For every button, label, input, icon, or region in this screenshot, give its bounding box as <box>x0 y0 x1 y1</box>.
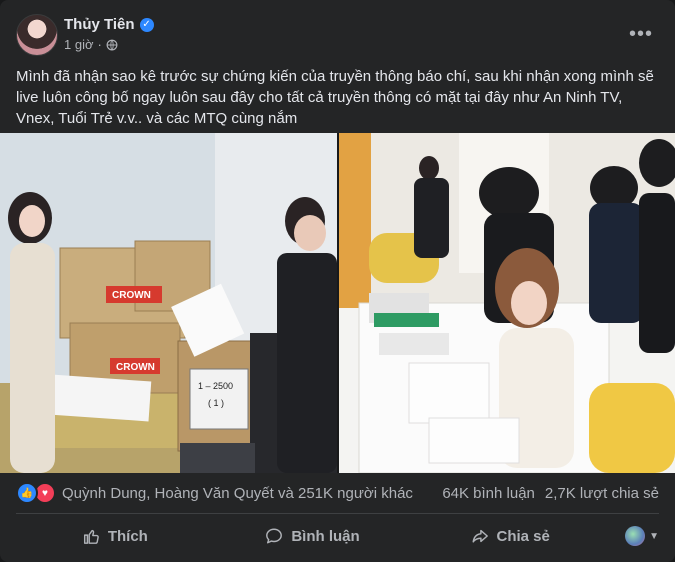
post-header: Thủy Tiên ✓ 1 giờ · ••• <box>16 14 659 58</box>
comment-button[interactable]: Bình luận <box>214 519 412 553</box>
globe-icon[interactable] <box>106 39 118 51</box>
thumbs-up-icon <box>83 529 99 544</box>
reaction-icons[interactable]: 👍 ♥ <box>16 482 56 504</box>
action-bar: Thích Bình luận Chia sẻ ▼ <box>16 517 659 555</box>
comment-label: Bình luận <box>291 527 360 545</box>
share-icon <box>472 529 488 543</box>
photo-right-scene <box>339 133 675 473</box>
author-name[interactable]: Thủy Tiên <box>64 16 135 33</box>
photo-right[interactable] <box>339 133 675 473</box>
crown-label-2: CROWN <box>116 362 155 373</box>
more-options-icon: ••• <box>628 22 653 45</box>
caret-down-icon: ▼ <box>649 530 660 542</box>
post-meta: 1 giờ · <box>64 37 118 52</box>
reaction-names[interactable]: Quỳnh Dung, Hoàng Văn Quyết và 251K ngườ… <box>62 485 442 502</box>
dot-separator: · <box>97 37 102 52</box>
facebook-post: Thủy Tiên ✓ 1 giờ · ••• Mình đã nhận sao… <box>0 0 675 562</box>
share-count[interactable]: 2,7K lượt chia sẻ <box>545 485 659 502</box>
post-time[interactable]: 1 giờ <box>64 37 94 52</box>
reactions-bar: 👍 ♥ Quỳnh Dung, Hoàng Văn Quyết và 251K … <box>16 482 659 504</box>
comment-count[interactable]: 64K bình luận <box>442 485 535 502</box>
user-mini-avatar <box>625 526 646 546</box>
share-label: Chia sẻ <box>496 527 550 545</box>
box-label-line2: ( 1 ) <box>208 398 224 408</box>
more-options-button[interactable]: ••• <box>623 16 659 52</box>
author-avatar[interactable] <box>16 14 58 56</box>
engagement-counts: 64K bình luận 2,7K lượt chia sẻ <box>442 485 659 502</box>
comment-icon <box>266 528 283 544</box>
reaction-audience-selector[interactable]: ▼ <box>609 526 659 546</box>
verified-badge-icon: ✓ <box>139 17 154 32</box>
photo-left[interactable]: CROWN CROWN 1 – 2500 ( 1 ) <box>0 133 337 473</box>
box-label-line1: 1 – 2500 <box>198 381 233 391</box>
like-label: Thích <box>107 527 148 545</box>
divider <box>16 513 659 514</box>
photo-left-scene: CROWN CROWN 1 – 2500 ( 1 ) <box>0 133 337 473</box>
author-row: Thủy Tiên ✓ <box>64 16 154 33</box>
crown-label-1: CROWN <box>112 290 151 301</box>
like-button[interactable]: Thích <box>16 519 214 553</box>
post-text: Mình đã nhận sao kê trước sự chứng kiến … <box>16 68 654 127</box>
like-reaction-icon: 👍 <box>16 482 38 504</box>
photo-grid[interactable]: CROWN CROWN 1 – 2500 ( 1 ) <box>0 133 675 473</box>
share-button[interactable]: Chia sẻ <box>411 519 609 553</box>
